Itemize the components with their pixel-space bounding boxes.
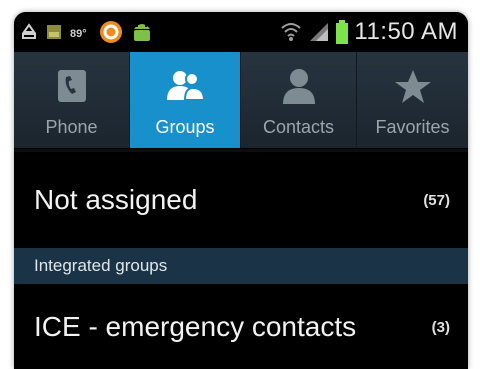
phone-screen: 89° 11:50 AM Phone Groups Contacts Favor…: [14, 12, 468, 369]
android-icon: [134, 24, 150, 41]
app-circle-icon: [100, 21, 122, 43]
group-count: (57): [423, 191, 450, 209]
notification-icons: 89°: [20, 20, 154, 44]
contact-icon: [282, 69, 315, 104]
tab-groups[interactable]: Groups: [130, 52, 241, 148]
star-icon: [394, 70, 431, 103]
image-icon: [47, 25, 61, 39]
status-bar: 89° 11:50 AM: [14, 12, 468, 52]
group-count: (3): [431, 318, 450, 336]
tab-contacts[interactable]: Contacts: [241, 52, 357, 148]
tab-bar: Phone Groups Contacts Favorites: [14, 52, 468, 148]
section-header: Integrated groups: [14, 248, 468, 284]
tab-favorites[interactable]: Favorites: [357, 52, 468, 148]
svg-text:89°: 89°: [70, 28, 87, 40]
signal-4g-icon: 89°: [70, 28, 87, 40]
clock: 11:50 AM: [354, 18, 458, 45]
wifi-icon: [281, 23, 302, 41]
system-icons: 11:50 AM: [280, 18, 458, 46]
group-name: ICE - emergency contacts: [34, 311, 357, 342]
battery-icon: [336, 20, 349, 44]
tab-phone[interactable]: Phone: [14, 52, 130, 148]
tab-label: Groups: [155, 117, 215, 137]
groups-icon: [167, 71, 206, 101]
group-name: Not assigned: [34, 184, 198, 215]
cell-signal-icon: [310, 23, 329, 41]
group-item-ice[interactable]: ICE - emergency contacts (3): [14, 284, 468, 369]
tab-label: Favorites: [375, 117, 450, 137]
recycle-icon: [22, 23, 36, 39]
tab-label: Contacts: [262, 117, 335, 137]
phone-icon: [57, 70, 86, 102]
group-item-not-assigned[interactable]: Not assigned (57): [14, 152, 468, 248]
tab-label: Phone: [45, 117, 98, 137]
